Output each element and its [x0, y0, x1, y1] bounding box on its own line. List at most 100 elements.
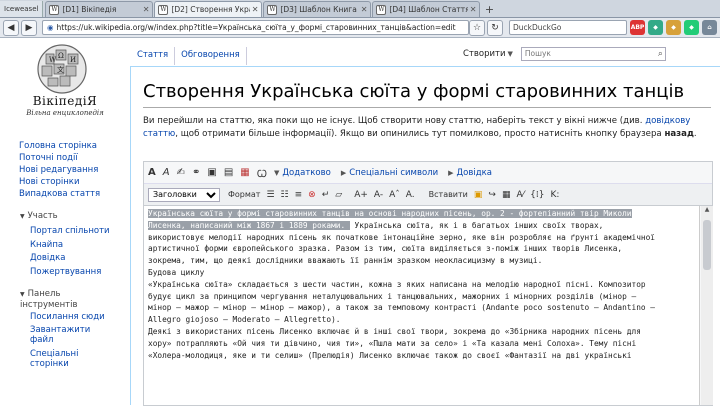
- title-divider: [143, 107, 711, 108]
- nowrap-icon[interactable]: ≡: [295, 190, 303, 200]
- browser-tab-3[interactable]: W[D3] Шаблон Книга — Вікіпедія✕: [263, 1, 372, 17]
- selected-text: Лисенка, написаний між 1867 і 1889 рокам…: [148, 220, 350, 230]
- new-tab-icon[interactable]: +: [481, 3, 497, 17]
- text-line: використовує мелодії народних пісень як …: [148, 232, 655, 242]
- close-tab-icon[interactable]: ✕: [361, 5, 368, 14]
- browser-tab-4[interactable]: W[D4] Шаблон Стаття — Вікіпедія✕: [372, 1, 481, 17]
- sidebar-item-current-events[interactable]: Поточні події: [19, 152, 78, 164]
- wikipedia-favicon-icon: W: [49, 4, 60, 15]
- bookmark-star-icon[interactable]: ☆: [469, 19, 485, 36]
- wikipedia-globe-logo[interactable]: W Ω И 文: [32, 42, 92, 96]
- reference-icon[interactable]: ▤: [224, 167, 233, 178]
- text-line: зокрема, тим, що деякі дослідники вважаю…: [148, 256, 543, 266]
- menu-label: Спеціальні символи: [349, 167, 439, 178]
- forward-arrow-icon[interactable]: ▶: [21, 19, 37, 36]
- embedded-file-icon[interactable]: ▣: [207, 167, 216, 178]
- intro-part: , щоб отримати більше інформації). Якщо …: [175, 129, 665, 139]
- tab-create[interactable]: Створити: [463, 49, 506, 59]
- gallery-icon[interactable]: ▣: [474, 190, 483, 200]
- close-tab-icon[interactable]: ✕: [252, 5, 259, 14]
- globe-icon: ◉: [47, 23, 54, 32]
- close-tab-icon[interactable]: ✕: [143, 5, 150, 14]
- sidebar-item-donate[interactable]: Пожертвування: [30, 267, 101, 277]
- search-placeholder: Пошук: [524, 49, 551, 58]
- extension-icon[interactable]: ◆: [648, 20, 663, 35]
- sidebar-item-village-pump[interactable]: Кнайпа: [30, 240, 63, 250]
- sidebar-section-tools[interactable]: ▼ Панель інструментів: [20, 289, 110, 310]
- heading-select[interactable]: Заголовки: [148, 187, 220, 202]
- intro-text: Ви перейшли на статтю, яка поки що не іс…: [143, 115, 713, 141]
- numbered-list-icon[interactable]: ☷: [281, 190, 289, 200]
- extension-icon[interactable]: ◆: [684, 20, 699, 35]
- replace-icon[interactable]: A⁄: [516, 190, 524, 200]
- expand-triangle-icon: ▼: [274, 168, 280, 177]
- italic-icon[interactable]: A: [163, 167, 170, 178]
- browser-tab-2[interactable]: W[D2] Створення Українська сюїт✕: [154, 1, 263, 17]
- section-heading: Панель інструментів: [20, 289, 78, 310]
- advanced-menu[interactable]: ▼ Додатково: [274, 168, 331, 178]
- url-bar[interactable]: ◉ https://uk.wikipedia.org/w/index.php?ti…: [42, 20, 469, 35]
- sidebar-item-upload-file[interactable]: Завантажити файл: [30, 325, 110, 345]
- browser-menu-button[interactable]: Iceweasel: [0, 1, 44, 17]
- bulleted-list-icon[interactable]: ☰: [266, 190, 274, 200]
- expand-triangle-icon: ▶: [448, 168, 454, 177]
- new-line-icon[interactable]: ↵: [322, 190, 330, 200]
- search-icon[interactable]: ⌕: [658, 48, 663, 60]
- special-characters-menu[interactable]: ▶ Спеціальні символи: [341, 168, 438, 178]
- intro-part: Ви перейшли на статтю, яка поки що не іс…: [143, 116, 643, 126]
- sidebar-item-recent-changes[interactable]: Нові редагування: [19, 164, 98, 176]
- comment-icon[interactable]: ▱: [335, 190, 342, 200]
- signature-icon[interactable]: ✍: [177, 167, 185, 178]
- extension-icon[interactable]: ◆: [666, 20, 681, 35]
- tab-talk[interactable]: Обговорення: [175, 47, 247, 65]
- sidebar-item-special-pages[interactable]: Спеціальні сторінки: [30, 349, 110, 369]
- redirect-icon[interactable]: ↪: [488, 190, 496, 200]
- link-icon[interactable]: ⚭: [192, 167, 200, 178]
- home-icon[interactable]: ⌂: [702, 20, 717, 35]
- tab-label: [D4] Шаблон Стаття — Вікіпедія: [389, 5, 468, 14]
- adblock-icon[interactable]: ABP: [630, 20, 645, 35]
- big-text-icon[interactable]: A+: [354, 190, 368, 200]
- back-arrow-icon[interactable]: ◀: [3, 19, 19, 36]
- template-braces-icon[interactable]: {⁞}: [530, 190, 544, 200]
- small-text-icon[interactable]: A-: [374, 190, 383, 200]
- text-line: мінор – мажор – мінор – мінор – мажор), …: [148, 303, 655, 313]
- scrollbar-thumb[interactable]: [703, 220, 711, 270]
- sidebar-item-help[interactable]: Довідка: [30, 253, 65, 263]
- wiki-name: ВікіпедіЯ: [32, 94, 98, 108]
- no-format-icon[interactable]: ⊗: [308, 190, 316, 200]
- page-title: Створення Українська сюїта у формі старо…: [143, 81, 685, 102]
- insert-label: Вставити: [428, 190, 468, 199]
- tab-article[interactable]: Стаття: [131, 47, 176, 65]
- more-actions-chevron-icon[interactable]: ▼: [508, 50, 513, 58]
- wiki-sidebar: W Ω И 文 ВікіпедіЯ Вільна енциклопедія Го…: [0, 38, 130, 405]
- edit-textarea[interactable]: Українська сюїта у формі старовинних тан…: [144, 206, 700, 405]
- sidebar-item-community-portal[interactable]: Портал спільноти: [30, 226, 110, 236]
- search-engine-box[interactable]: DuckDuckGo: [509, 20, 627, 35]
- sidebar-section-participation[interactable]: ▼ Участь: [20, 211, 58, 221]
- tab-label: [D1] Вікіпедія: [62, 5, 117, 14]
- close-tab-icon[interactable]: ✕: [470, 5, 477, 14]
- expand-triangle-icon: ▼: [20, 291, 25, 298]
- reload-icon[interactable]: ↻: [487, 19, 503, 36]
- template-icon[interactable]: ▦: [240, 167, 249, 178]
- menu-label: Додатково: [282, 167, 331, 178]
- text-line: хору» потрапляють «Ой чия ти дівчино, чи…: [148, 338, 637, 348]
- bold-icon[interactable]: A: [148, 167, 156, 178]
- sidebar-item-main-page[interactable]: Головна сторінка: [19, 140, 97, 152]
- textarea-scrollbar[interactable]: ▲: [701, 206, 713, 405]
- sidebar-item-new-pages[interactable]: Нові сторінки: [19, 176, 79, 188]
- subscript-icon[interactable]: A.: [406, 190, 415, 200]
- text-line: Українська сюїта, як і в багатьох інших …: [349, 220, 604, 230]
- help-menu[interactable]: ▶ Довідка: [448, 168, 492, 178]
- superscript-icon[interactable]: Aˆ: [389, 190, 400, 200]
- nowiki-icon[interactable]: Ꞷ: [257, 166, 267, 180]
- sidebar-item-what-links-here[interactable]: Посилання сюди: [30, 312, 105, 322]
- scroll-up-icon[interactable]: ▲: [701, 206, 713, 217]
- wiki-search-input[interactable]: Пошук ⌕: [520, 47, 666, 61]
- table-icon[interactable]: ▦: [502, 190, 511, 200]
- sidebar-item-random-article[interactable]: Випадкова стаття: [19, 188, 100, 200]
- keyboard-icon[interactable]: K:: [550, 190, 559, 200]
- svg-text:Ω: Ω: [58, 52, 64, 60]
- browser-tab-1[interactable]: W [D1] Вікіпедія ✕: [45, 1, 154, 17]
